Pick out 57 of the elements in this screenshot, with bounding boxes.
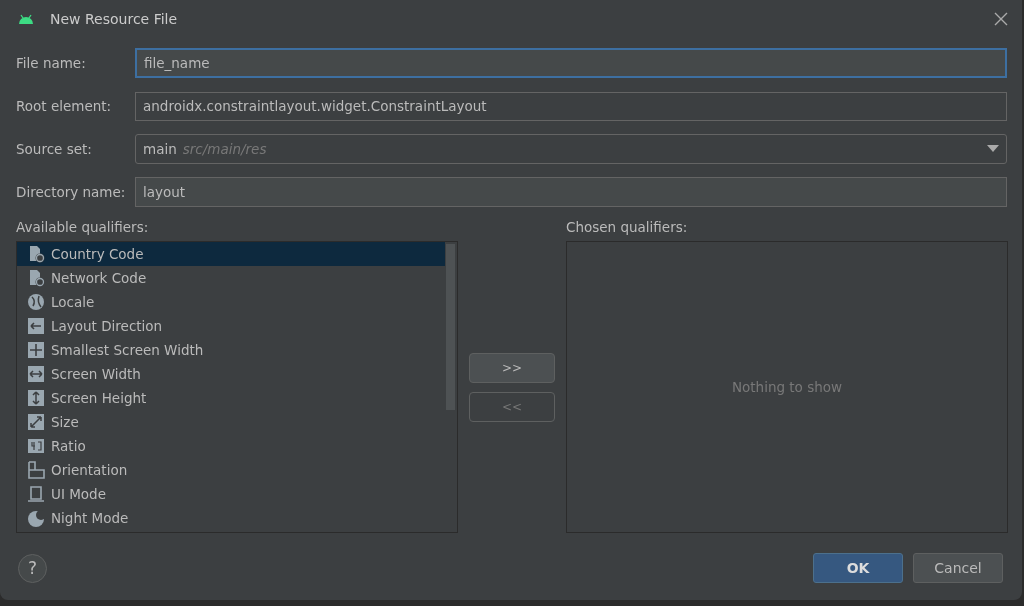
field-label: Root element:	[16, 98, 113, 114]
qualifier-label: Network Code	[51, 270, 147, 286]
qualifier-label: Orientation	[51, 462, 128, 478]
close-icon	[994, 12, 1008, 26]
help-button[interactable]: ?	[18, 553, 47, 583]
field-label: Directory name:	[16, 184, 127, 200]
qualifier-label: Size	[51, 414, 79, 430]
qualifier-item[interactable]: Layout Direction	[17, 314, 457, 338]
qualifier-label: Country Code	[51, 246, 144, 262]
qualifier-item[interactable]: Size	[17, 410, 457, 434]
dropdown-hint: src/main/res	[182, 141, 268, 157]
qualifier-label: Layout Direction	[51, 318, 163, 334]
qualifier-item[interactable]: UI Mode	[17, 482, 457, 506]
qualifier-label: Locale	[51, 294, 95, 310]
qualifier-item[interactable]: Orientation	[17, 458, 457, 482]
moon-icon	[27, 509, 45, 527]
globe-icon	[27, 293, 45, 311]
android-icon	[18, 14, 34, 24]
field-label: Source set:	[16, 141, 93, 157]
ratio-icon	[27, 437, 45, 455]
diagonal-arrow-icon	[27, 413, 45, 431]
move-button[interactable]: >>	[469, 352, 555, 383]
qualifier-item[interactable]: Locale	[17, 290, 457, 314]
cancel-button[interactable]: Cancel	[913, 553, 1003, 583]
qualifier-item[interactable]: Night Mode	[17, 506, 457, 530]
scrollbar-thumb[interactable]	[446, 244, 455, 410]
laptop-icon	[27, 485, 45, 503]
list-label: Chosen qualifiers:	[566, 219, 689, 235]
empty-message: Nothing to show	[731, 379, 843, 395]
file-globe-icon	[27, 269, 45, 287]
qualifier-label: Screen Height	[51, 390, 147, 406]
qualifier-item[interactable]: Screen Height	[17, 386, 457, 410]
vertical-arrows-icon	[27, 389, 45, 407]
qualifier-item[interactable]: Screen Width	[17, 362, 457, 386]
qualifier-item[interactable]: Ratio	[17, 434, 457, 458]
text-field[interactable]: file_name	[135, 48, 1007, 78]
caret-icon	[987, 145, 999, 153]
arrow-left-icon	[27, 317, 45, 335]
dropdown-value: main	[143, 141, 177, 157]
window-title: New Resource File	[50, 11, 179, 27]
text-field[interactable]: layout	[135, 177, 1007, 207]
qualifier-label: Screen Width	[51, 366, 141, 382]
qualifier-label: Smallest Screen Width	[51, 342, 204, 358]
qualifier-item[interactable]: Network Code	[17, 266, 457, 290]
file-globe-icon	[27, 245, 45, 263]
field-label: File name:	[16, 55, 87, 71]
qualifier-item[interactable]: Country Code	[17, 242, 445, 266]
qualifier-label: Night Mode	[51, 510, 129, 526]
qualifier-label: Ratio	[51, 438, 86, 454]
qualifier-item[interactable]: Smallest Screen Width	[17, 338, 457, 362]
dropdown[interactable]: main src/main/res	[135, 134, 1007, 164]
horizontal-arrows-icon	[27, 365, 45, 383]
list-label: Available qualifiers:	[16, 219, 150, 235]
ok-button[interactable]: OK	[813, 553, 903, 583]
orientation-icon	[27, 461, 45, 479]
qualifier-label: UI Mode	[51, 486, 106, 502]
readonly-field: androidx.constraintlayout.widget.ConstraintLayout	[135, 91, 1007, 121]
